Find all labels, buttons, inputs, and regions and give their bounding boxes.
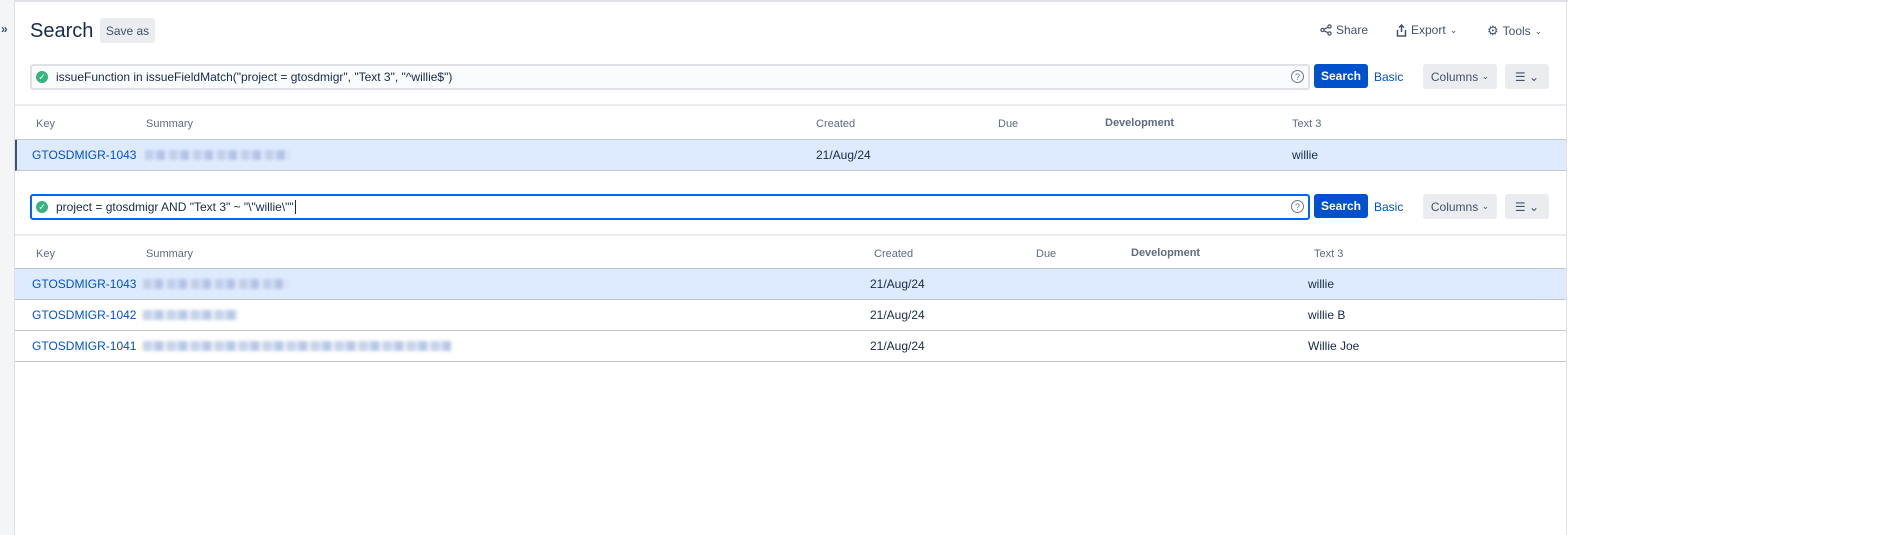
view-menu-button[interactable]: ☰ ⌄ bbox=[1505, 64, 1549, 89]
summary-blurred[interactable] bbox=[143, 341, 451, 351]
summary-blurred[interactable] bbox=[145, 150, 290, 160]
column-header-text3[interactable]: Text 3 bbox=[1314, 248, 1343, 260]
gear-icon: ⚙ bbox=[1487, 23, 1499, 38]
table-row[interactable]: GTOSDMIGR-1043 21/Aug/24 willie bbox=[15, 140, 1566, 171]
divider bbox=[15, 234, 1566, 236]
summary-blurred[interactable] bbox=[143, 279, 288, 289]
column-header-development: Development bbox=[1131, 247, 1201, 259]
top-border bbox=[0, 0, 1568, 2]
created-cell: 21/Aug/24 bbox=[870, 339, 925, 353]
column-header-created[interactable]: Created bbox=[816, 118, 855, 130]
issue-key-link[interactable]: GTOSDMIGR-1043 bbox=[32, 277, 136, 291]
tools-label: Tools bbox=[1502, 24, 1531, 38]
chevron-down-icon: ⌄ bbox=[1481, 201, 1490, 211]
column-header-created[interactable]: Created bbox=[874, 248, 913, 260]
jql-query-text: issueFunction in issueFieldMatch("projec… bbox=[56, 70, 453, 84]
basic-link[interactable]: Basic bbox=[1374, 70, 1403, 84]
text3-cell: willie B bbox=[1308, 308, 1346, 322]
share-button[interactable]: Share bbox=[1320, 23, 1368, 37]
columns-label: Columns bbox=[1430, 69, 1479, 84]
table-row[interactable]: GTOSDMIGR-1042 21/Aug/24 willie B bbox=[15, 300, 1566, 331]
search-button[interactable]: Search bbox=[1314, 64, 1368, 88]
column-header-summary[interactable]: Summary bbox=[146, 118, 193, 130]
columns-button[interactable]: Columns ⌄ bbox=[1423, 64, 1497, 89]
basic-link[interactable]: Basic bbox=[1374, 200, 1403, 214]
check-circle-icon: ✓ bbox=[36, 201, 48, 213]
sidebar: » bbox=[0, 0, 15, 535]
question-circle-icon[interactable]: ? bbox=[1291, 70, 1304, 83]
created-cell: 21/Aug/24 bbox=[870, 308, 925, 322]
page-title: Search bbox=[30, 20, 94, 42]
tools-button[interactable]: ⚙ Tools ⌄ bbox=[1487, 23, 1542, 39]
created-cell: 21/Aug/24 bbox=[870, 277, 925, 291]
column-header-summary[interactable]: Summary bbox=[146, 248, 193, 260]
question-circle-icon[interactable]: ? bbox=[1291, 200, 1304, 213]
column-header-due[interactable]: Due bbox=[1036, 248, 1056, 260]
column-header-development: Development bbox=[1105, 117, 1175, 129]
summary-blurred[interactable] bbox=[143, 310, 238, 320]
text3-cell: willie bbox=[1308, 277, 1335, 291]
issue-key-link[interactable]: GTOSDMIGR-1042 bbox=[32, 308, 136, 322]
view-menu-button[interactable]: ☰ ⌄ bbox=[1505, 194, 1549, 219]
column-header-key[interactable]: Key bbox=[36, 118, 55, 130]
chevron-down-icon: ⌄ bbox=[1534, 25, 1543, 36]
table-row[interactable]: GTOSDMIGR-1041 21/Aug/24 Willie Joe bbox=[15, 331, 1566, 362]
divider bbox=[15, 104, 1566, 106]
column-header-key[interactable]: Key bbox=[36, 248, 55, 260]
hamburger-icon: ☰ ⌄ bbox=[1514, 69, 1540, 84]
columns-button[interactable]: Columns ⌄ bbox=[1423, 194, 1497, 219]
chevron-double-right-icon[interactable]: » bbox=[1, 22, 8, 36]
jql-query-input[interactable]: ✓ issueFunction in issueFieldMatch("proj… bbox=[30, 64, 1310, 90]
share-icon bbox=[1320, 24, 1332, 36]
export-button[interactable]: Export ⌄ bbox=[1396, 23, 1457, 37]
text-cursor bbox=[294, 200, 296, 214]
share-label: Share bbox=[1336, 23, 1369, 37]
created-cell: 21/Aug/24 bbox=[816, 148, 871, 162]
hamburger-icon: ☰ ⌄ bbox=[1514, 199, 1540, 214]
issue-key-link[interactable]: GTOSDMIGR-1041 bbox=[32, 339, 136, 353]
export-icon bbox=[1396, 23, 1407, 37]
check-circle-icon: ✓ bbox=[36, 71, 48, 83]
search-button[interactable]: Search bbox=[1314, 194, 1368, 218]
table-row[interactable]: GTOSDMIGR-1043 21/Aug/24 willie bbox=[15, 269, 1566, 300]
export-label: Export bbox=[1411, 23, 1446, 37]
column-header-due[interactable]: Due bbox=[998, 118, 1018, 130]
column-header-text3[interactable]: Text 3 bbox=[1292, 118, 1321, 130]
chevron-down-icon: ⌄ bbox=[1449, 24, 1458, 35]
chevron-down-icon: ⌄ bbox=[1481, 71, 1490, 81]
text3-cell: Willie Joe bbox=[1308, 339, 1360, 353]
issue-key-link[interactable]: GTOSDMIGR-1043 bbox=[32, 148, 136, 162]
save-as-button[interactable]: Save as bbox=[100, 18, 155, 43]
jql-query-text: project = gtosdmigr AND "Text 3" ~ "\"wi… bbox=[56, 200, 294, 214]
jql-query-input[interactable]: ✓ project = gtosdmigr AND "Text 3" ~ "\"… bbox=[30, 194, 1310, 220]
text3-cell: willie bbox=[1292, 148, 1319, 162]
content-border bbox=[1566, 0, 1567, 535]
columns-label: Columns bbox=[1430, 199, 1479, 214]
